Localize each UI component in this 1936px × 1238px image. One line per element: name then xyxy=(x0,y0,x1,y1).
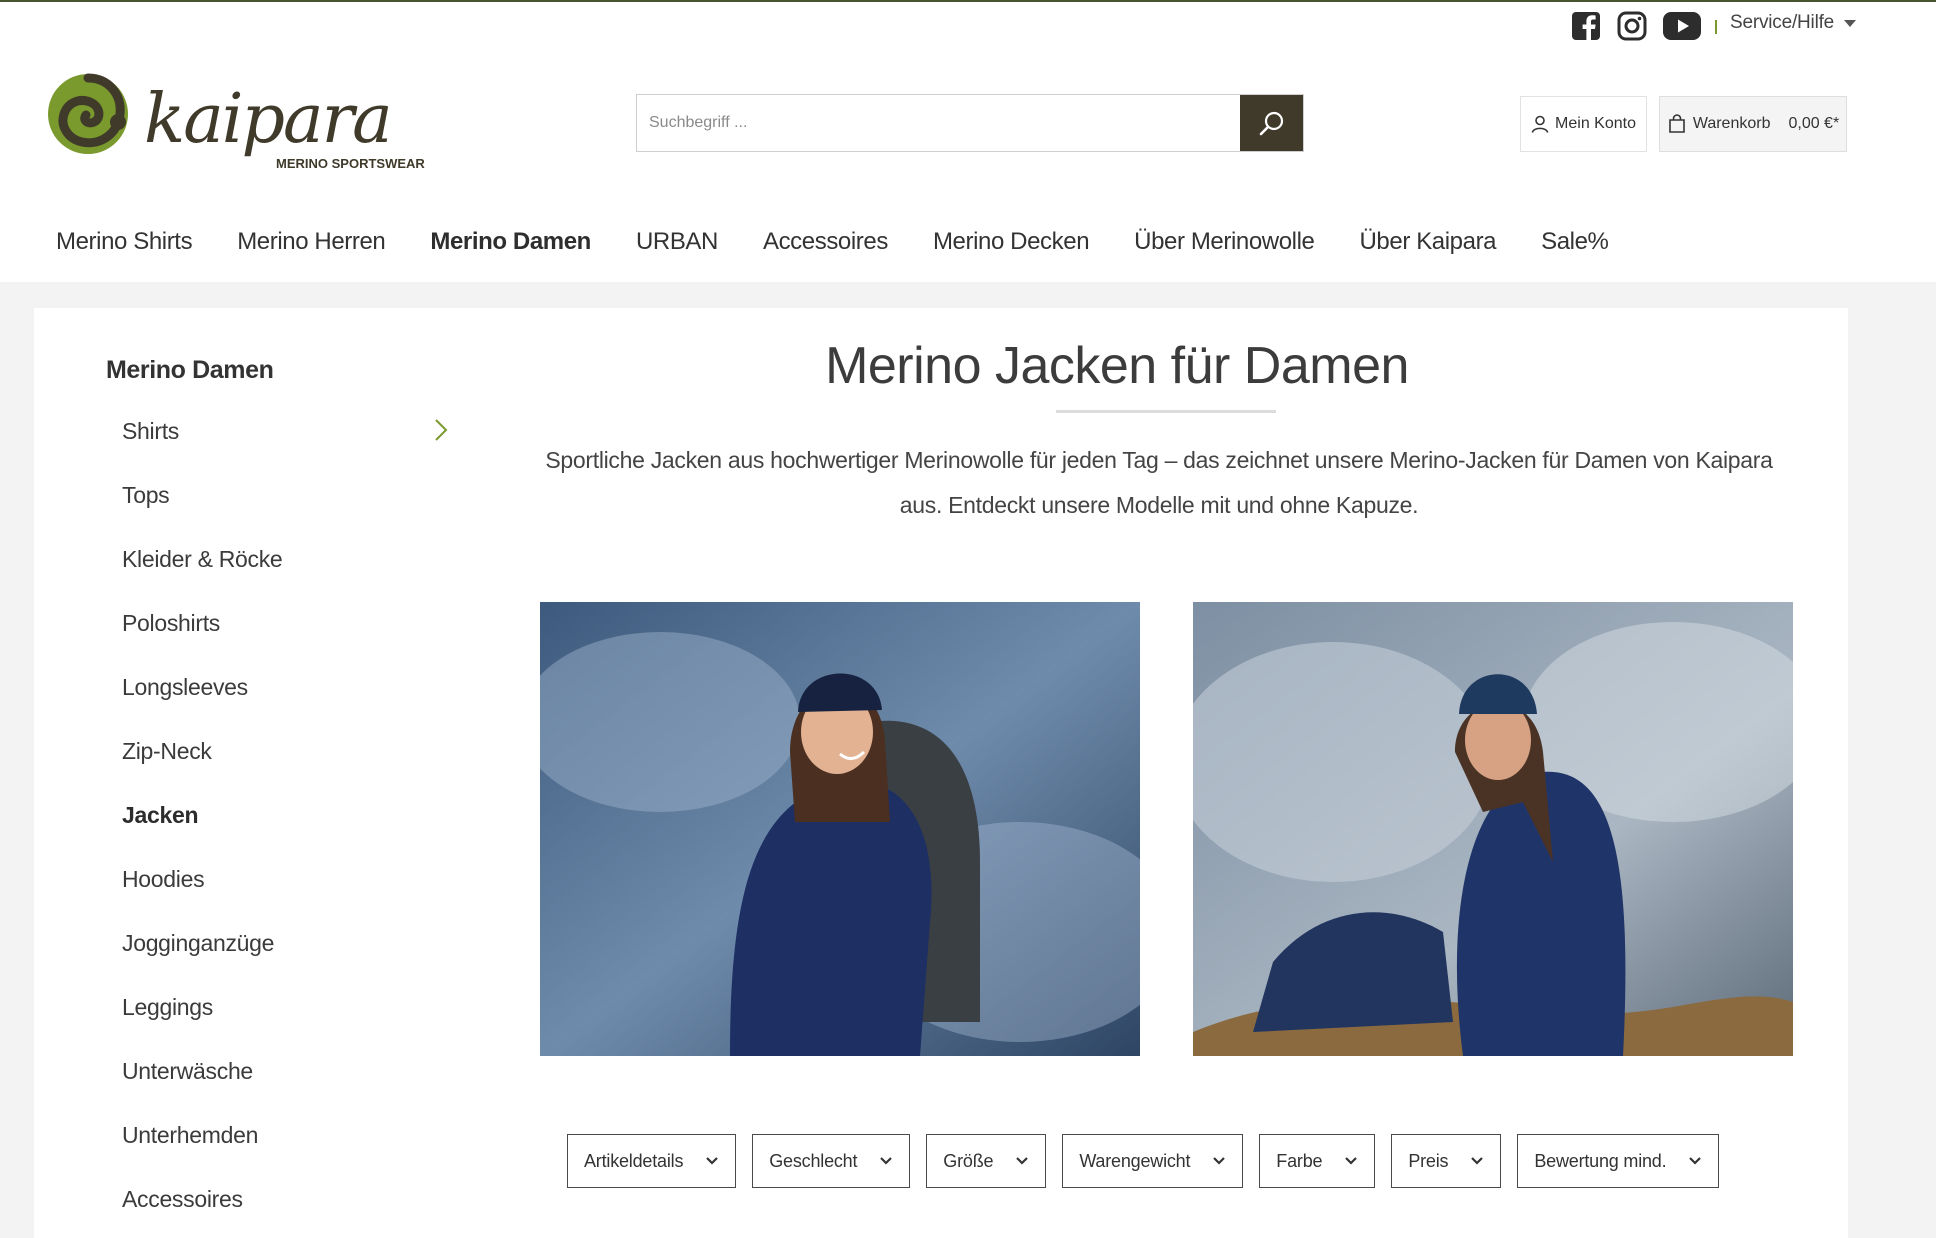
title-underline xyxy=(1056,410,1276,413)
sidebar-item-label: Accessoires xyxy=(122,1186,243,1212)
nav-item-urban[interactable]: URBAN xyxy=(636,228,718,256)
search-button[interactable] xyxy=(1240,95,1303,151)
nav-item-merino-damen[interactable]: Merino Damen xyxy=(430,228,591,256)
sidebar-item-hoodies[interactable]: Hoodies xyxy=(122,866,452,930)
sidebar-item-label: Kleider & Röcke xyxy=(122,546,283,572)
sidebar-item-label: Tops xyxy=(122,482,170,508)
sidebar-item-label: Unterhemden xyxy=(122,1122,259,1148)
filter-label: Größe xyxy=(943,1150,994,1171)
sidebar-item-label: Shirts xyxy=(122,418,179,444)
cart-label: Warenkorb xyxy=(1692,115,1771,132)
service-menu[interactable]: Service/Hilfe xyxy=(1730,12,1857,34)
filter-label: Artikeldetails xyxy=(584,1150,684,1171)
filter-bewertung[interactable]: Bewertung mind. xyxy=(1517,1134,1720,1188)
site-header: Service/Hilfe kaipara MERINO SPORTSWEAR … xyxy=(0,2,1936,282)
filter-warengewicht[interactable]: Warengewicht xyxy=(1062,1134,1244,1188)
cart-total: 0,00 €* xyxy=(1788,115,1840,132)
logo-wordmark: kaipara xyxy=(144,80,391,159)
user-icon xyxy=(1531,115,1549,133)
filter-bar: Artikeldetails Geschlecht Größe Warengew… xyxy=(567,1134,1720,1188)
nav-item-ueber-kaipara[interactable]: Über Kaipara xyxy=(1360,228,1497,256)
sidebar-item-leggings[interactable]: Leggings xyxy=(122,994,452,1058)
nav-item-ueber-merinowolle[interactable]: Über Merinowolle xyxy=(1134,228,1315,256)
sidebar-item-label: Hoodies xyxy=(122,866,205,892)
sidebar-item-label: Jogginganzüge xyxy=(122,930,275,956)
hiker-photo-left xyxy=(540,602,1140,1056)
nav-item-merino-herren[interactable]: Merino Herren xyxy=(237,228,386,256)
sidebar-item-longsleeves[interactable]: Longsleeves xyxy=(122,674,452,738)
hiker-photo-right xyxy=(1193,602,1793,1056)
cart-button[interactable]: Warenkorb 0,00 €* xyxy=(1659,96,1847,152)
sidebar-item-shirts[interactable]: Shirts xyxy=(122,418,452,482)
service-label: Service/Hilfe xyxy=(1730,12,1835,33)
main-navigation: Merino Shirts Merino Herren Merino Damen… xyxy=(56,228,1654,256)
filter-farbe[interactable]: Farbe xyxy=(1259,1134,1376,1188)
nav-item-merino-shirts[interactable]: Merino Shirts xyxy=(56,228,193,256)
account-label: Mein Konto xyxy=(1555,115,1636,132)
filter-label: Farbe xyxy=(1276,1150,1323,1171)
nav-item-merino-decken[interactable]: Merino Decken xyxy=(933,228,1090,256)
filter-label: Warengewicht xyxy=(1079,1150,1191,1171)
sidebar-category-list: Shirts Tops Kleider & Röcke Poloshirts L… xyxy=(122,418,452,1238)
chevron-down-icon xyxy=(1689,1157,1702,1165)
filter-label: Bewertung mind. xyxy=(1534,1150,1667,1171)
sidebar-item-label: Leggings xyxy=(122,994,213,1020)
instagram-icon[interactable] xyxy=(1616,10,1648,42)
filter-geschlecht[interactable]: Geschlecht xyxy=(752,1134,911,1188)
filter-label: Preis xyxy=(1408,1150,1449,1171)
filter-preis[interactable]: Preis xyxy=(1391,1134,1502,1188)
chevron-down-icon xyxy=(1345,1157,1358,1165)
sidebar-title[interactable]: Merino Damen xyxy=(106,356,274,385)
chevron-down-icon xyxy=(706,1157,719,1165)
search-icon xyxy=(1259,111,1283,136)
sidebar-item-label: Unterwäsche xyxy=(122,1058,253,1084)
sidebar-item-label: Poloshirts xyxy=(122,610,220,636)
chevron-down-icon xyxy=(1471,1157,1484,1165)
category-description: Sportliche Jacken aus hochwertiger Merin… xyxy=(545,447,1773,518)
sidebar-item-jogginganzuege[interactable]: Jogginganzüge xyxy=(122,930,452,994)
filter-artikeldetails[interactable]: Artikeldetails xyxy=(567,1134,737,1188)
sidebar-item-poloshirts[interactable]: Poloshirts xyxy=(122,610,452,674)
search-bar xyxy=(636,94,1304,152)
divider xyxy=(1715,20,1717,34)
sidebar-item-zip-neck[interactable]: Zip-Neck xyxy=(122,738,452,802)
page-title: Merino Jacken für Damen xyxy=(825,337,1409,395)
main-content: Merino Damen Shirts Tops Kleider & Röcke… xyxy=(34,308,1848,1238)
shopping-bag-icon xyxy=(1669,114,1685,133)
account-button[interactable]: Mein Konto xyxy=(1520,96,1647,152)
nav-item-sale[interactable]: Sale% xyxy=(1541,228,1609,256)
sidebar-item-unterwaesche[interactable]: Unterwäsche xyxy=(122,1058,452,1122)
search-input[interactable] xyxy=(637,95,1240,151)
social-links xyxy=(1570,10,1702,42)
sidebar-item-label: Jacken xyxy=(122,802,199,828)
filter-groesse[interactable]: Größe xyxy=(926,1134,1047,1188)
youtube-icon[interactable] xyxy=(1662,10,1702,42)
caret-down-icon xyxy=(1844,19,1857,27)
sidebar-item-accessoires[interactable]: Accessoires xyxy=(122,1186,452,1238)
sidebar-item-label: Longsleeves xyxy=(122,674,248,700)
chevron-down-icon xyxy=(880,1157,893,1165)
chevron-right-icon[interactable] xyxy=(434,418,448,442)
facebook-icon[interactable] xyxy=(1570,10,1602,42)
logo[interactable]: kaipara MERINO SPORTSWEAR xyxy=(46,64,426,182)
nav-item-accessoires[interactable]: Accessoires xyxy=(763,228,888,256)
sidebar-item-unterhemden[interactable]: Unterhemden xyxy=(122,1122,452,1186)
sidebar-item-kleider-roecke[interactable]: Kleider & Röcke xyxy=(122,546,452,610)
sidebar-item-label: Zip-Neck xyxy=(122,738,212,764)
sidebar-item-tops[interactable]: Tops xyxy=(122,482,452,546)
logo-tagline: MERINO SPORTSWEAR xyxy=(276,156,425,171)
sidebar-item-jacken[interactable]: Jacken xyxy=(122,802,452,866)
filter-label: Geschlecht xyxy=(769,1150,858,1171)
chevron-down-icon xyxy=(1016,1157,1029,1165)
chevron-down-icon xyxy=(1213,1157,1226,1165)
